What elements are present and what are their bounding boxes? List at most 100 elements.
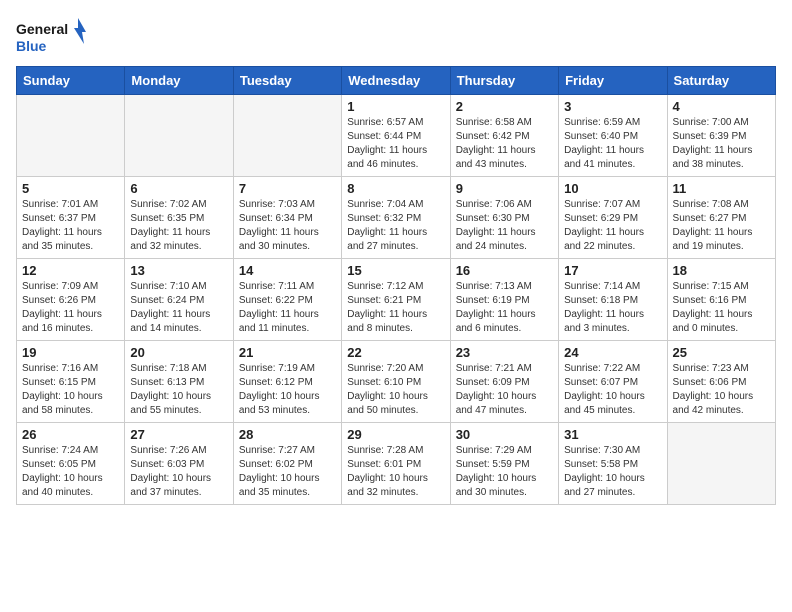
calendar-cell: 28 Sunrise: 7:27 AMSunset: 6:02 PMDayligh… xyxy=(233,423,341,505)
day-info: Sunrise: 7:06 AMSunset: 6:30 PMDaylight:… xyxy=(456,198,553,254)
calendar-cell xyxy=(125,95,233,177)
day-info: Sunrise: 7:08 AMSunset: 6:27 PMDaylight:… xyxy=(673,198,770,254)
day-number: 20 xyxy=(130,345,227,360)
calendar-cell: 4 Sunrise: 7:00 AMSunset: 6:39 PMDaylight… xyxy=(667,95,775,177)
day-number: 18 xyxy=(673,263,770,278)
day-number: 9 xyxy=(456,181,553,196)
day-number: 8 xyxy=(347,181,444,196)
calendar-cell: 14Sunrise: 7:11 AMSunset: 6:22 PMDayligh… xyxy=(233,259,341,341)
weekday-header-monday: Monday xyxy=(125,67,233,95)
calendar-cell: 19 Sunrise: 7:16 AMSunset: 6:15 PMDayligh… xyxy=(17,341,125,423)
calendar-cell: 7Sunrise: 7:03 AMSunset: 6:34 PMDaylight… xyxy=(233,177,341,259)
day-info: Sunrise: 7:22 AMSunset: 6:07 PMDaylight:… xyxy=(564,362,661,418)
calendar-week-row: 12 Sunrise: 7:09 AMSunset: 6:26 PMDayligh… xyxy=(17,259,776,341)
calendar-cell: 1Sunrise: 6:57 AMSunset: 6:44 PMDaylight… xyxy=(342,95,450,177)
day-info: Sunrise: 7:20 AMSunset: 6:10 PMDaylight:… xyxy=(347,362,444,418)
day-info: Sunrise: 7:09 AMSunset: 6:26 PMDaylight:… xyxy=(22,280,119,336)
calendar-cell: 9 Sunrise: 7:06 AMSunset: 6:30 PMDaylight… xyxy=(450,177,558,259)
day-info: Sunrise: 7:19 AMSunset: 6:12 PMDaylight:… xyxy=(239,362,336,418)
day-info: Sunrise: 6:57 AMSunset: 6:44 PMDaylight:… xyxy=(347,116,444,172)
day-number: 19 xyxy=(22,345,119,360)
calendar-cell: 12 Sunrise: 7:09 AMSunset: 6:26 PMDayligh… xyxy=(17,259,125,341)
calendar-cell: 15 Sunrise: 7:12 AMSunset: 6:21 PMDayligh… xyxy=(342,259,450,341)
day-number: 31 xyxy=(564,427,661,442)
day-number: 23 xyxy=(456,345,553,360)
day-info: Sunrise: 7:18 AMSunset: 6:13 PMDaylight:… xyxy=(130,362,227,418)
calendar-cell xyxy=(667,423,775,505)
logo-svg: General Blue xyxy=(16,16,86,56)
day-number: 27 xyxy=(130,427,227,442)
calendar-week-row: 19 Sunrise: 7:16 AMSunset: 6:15 PMDayligh… xyxy=(17,341,776,423)
calendar-cell: 20 Sunrise: 7:18 AMSunset: 6:13 PMDayligh… xyxy=(125,341,233,423)
day-info: Sunrise: 7:12 AMSunset: 6:21 PMDaylight:… xyxy=(347,280,444,336)
day-info: Sunrise: 7:14 AMSunset: 6:18 PMDaylight:… xyxy=(564,280,661,336)
day-info: Sunrise: 7:07 AMSunset: 6:29 PMDaylight:… xyxy=(564,198,661,254)
calendar-cell: 16 Sunrise: 7:13 AMSunset: 6:19 PMDayligh… xyxy=(450,259,558,341)
day-number: 4 xyxy=(673,99,770,114)
day-number: 21 xyxy=(239,345,336,360)
calendar-cell: 30Sunrise: 7:29 AMSunset: 5:59 PMDayligh… xyxy=(450,423,558,505)
day-number: 29 xyxy=(347,427,444,442)
day-number: 28 xyxy=(239,427,336,442)
calendar-cell: 22Sunrise: 7:20 AMSunset: 6:10 PMDayligh… xyxy=(342,341,450,423)
weekday-header-thursday: Thursday xyxy=(450,67,558,95)
weekday-header-saturday: Saturday xyxy=(667,67,775,95)
calendar-week-row: 26 Sunrise: 7:24 AMSunset: 6:05 PMDayligh… xyxy=(17,423,776,505)
weekday-header-friday: Friday xyxy=(559,67,667,95)
day-info: Sunrise: 7:27 AMSunset: 6:02 PMDaylight:… xyxy=(239,444,336,500)
calendar-cell xyxy=(233,95,341,177)
calendar-cell: 18 Sunrise: 7:15 AMSunset: 6:16 PMDayligh… xyxy=(667,259,775,341)
calendar-cell: 21 Sunrise: 7:19 AMSunset: 6:12 PMDayligh… xyxy=(233,341,341,423)
calendar-week-row: 5 Sunrise: 7:01 AMSunset: 6:37 PMDaylight… xyxy=(17,177,776,259)
calendar-cell: 13Sunrise: 7:10 AMSunset: 6:24 PMDayligh… xyxy=(125,259,233,341)
day-info: Sunrise: 7:04 AMSunset: 6:32 PMDaylight:… xyxy=(347,198,444,254)
day-number: 30 xyxy=(456,427,553,442)
day-number: 7 xyxy=(239,181,336,196)
svg-text:General: General xyxy=(16,21,68,37)
day-info: Sunrise: 7:16 AMSunset: 6:15 PMDaylight:… xyxy=(22,362,119,418)
day-info: Sunrise: 7:24 AMSunset: 6:05 PMDaylight:… xyxy=(22,444,119,500)
day-info: Sunrise: 7:01 AMSunset: 6:37 PMDaylight:… xyxy=(22,198,119,254)
day-info: Sunrise: 6:59 AMSunset: 6:40 PMDaylight:… xyxy=(564,116,661,172)
day-number: 6 xyxy=(130,181,227,196)
calendar-cell: 2 Sunrise: 6:58 AMSunset: 6:42 PMDaylight… xyxy=(450,95,558,177)
weekday-header-tuesday: Tuesday xyxy=(233,67,341,95)
day-info: Sunrise: 7:13 AMSunset: 6:19 PMDaylight:… xyxy=(456,280,553,336)
calendar-table: SundayMondayTuesdayWednesdayThursdayFrid… xyxy=(16,66,776,505)
calendar-week-row: 1Sunrise: 6:57 AMSunset: 6:44 PMDaylight… xyxy=(17,95,776,177)
calendar-cell: 27Sunrise: 7:26 AMSunset: 6:03 PMDayligh… xyxy=(125,423,233,505)
weekday-header-wednesday: Wednesday xyxy=(342,67,450,95)
day-number: 26 xyxy=(22,427,119,442)
day-info: Sunrise: 7:30 AMSunset: 5:58 PMDaylight:… xyxy=(564,444,661,500)
weekday-header-sunday: Sunday xyxy=(17,67,125,95)
day-number: 25 xyxy=(673,345,770,360)
calendar-cell: 5 Sunrise: 7:01 AMSunset: 6:37 PMDaylight… xyxy=(17,177,125,259)
calendar-cell: 10Sunrise: 7:07 AMSunset: 6:29 PMDayligh… xyxy=(559,177,667,259)
day-info: Sunrise: 7:15 AMSunset: 6:16 PMDaylight:… xyxy=(673,280,770,336)
day-number: 12 xyxy=(22,263,119,278)
day-number: 16 xyxy=(456,263,553,278)
day-number: 3 xyxy=(564,99,661,114)
day-number: 24 xyxy=(564,345,661,360)
page-header: General Blue xyxy=(16,16,776,56)
day-info: Sunrise: 7:02 AMSunset: 6:35 PMDaylight:… xyxy=(130,198,227,254)
day-number: 17 xyxy=(564,263,661,278)
day-number: 15 xyxy=(347,263,444,278)
calendar-cell: 3 Sunrise: 6:59 AMSunset: 6:40 PMDaylight… xyxy=(559,95,667,177)
calendar-cell: 17 Sunrise: 7:14 AMSunset: 6:18 PMDayligh… xyxy=(559,259,667,341)
logo: General Blue xyxy=(16,16,86,56)
day-number: 2 xyxy=(456,99,553,114)
calendar-cell xyxy=(17,95,125,177)
day-info: Sunrise: 6:58 AMSunset: 6:42 PMDaylight:… xyxy=(456,116,553,172)
svg-text:Blue: Blue xyxy=(16,38,47,54)
calendar-cell: 6 Sunrise: 7:02 AMSunset: 6:35 PMDaylight… xyxy=(125,177,233,259)
day-number: 5 xyxy=(22,181,119,196)
day-info: Sunrise: 7:28 AMSunset: 6:01 PMDaylight:… xyxy=(347,444,444,500)
calendar-cell: 26 Sunrise: 7:24 AMSunset: 6:05 PMDayligh… xyxy=(17,423,125,505)
day-info: Sunrise: 7:00 AMSunset: 6:39 PMDaylight:… xyxy=(673,116,770,172)
calendar-cell: 29 Sunrise: 7:28 AMSunset: 6:01 PMDayligh… xyxy=(342,423,450,505)
calendar-cell: 8 Sunrise: 7:04 AMSunset: 6:32 PMDaylight… xyxy=(342,177,450,259)
calendar-cell: 25Sunrise: 7:23 AMSunset: 6:06 PMDayligh… xyxy=(667,341,775,423)
calendar-cell: 11Sunrise: 7:08 AMSunset: 6:27 PMDayligh… xyxy=(667,177,775,259)
day-number: 13 xyxy=(130,263,227,278)
